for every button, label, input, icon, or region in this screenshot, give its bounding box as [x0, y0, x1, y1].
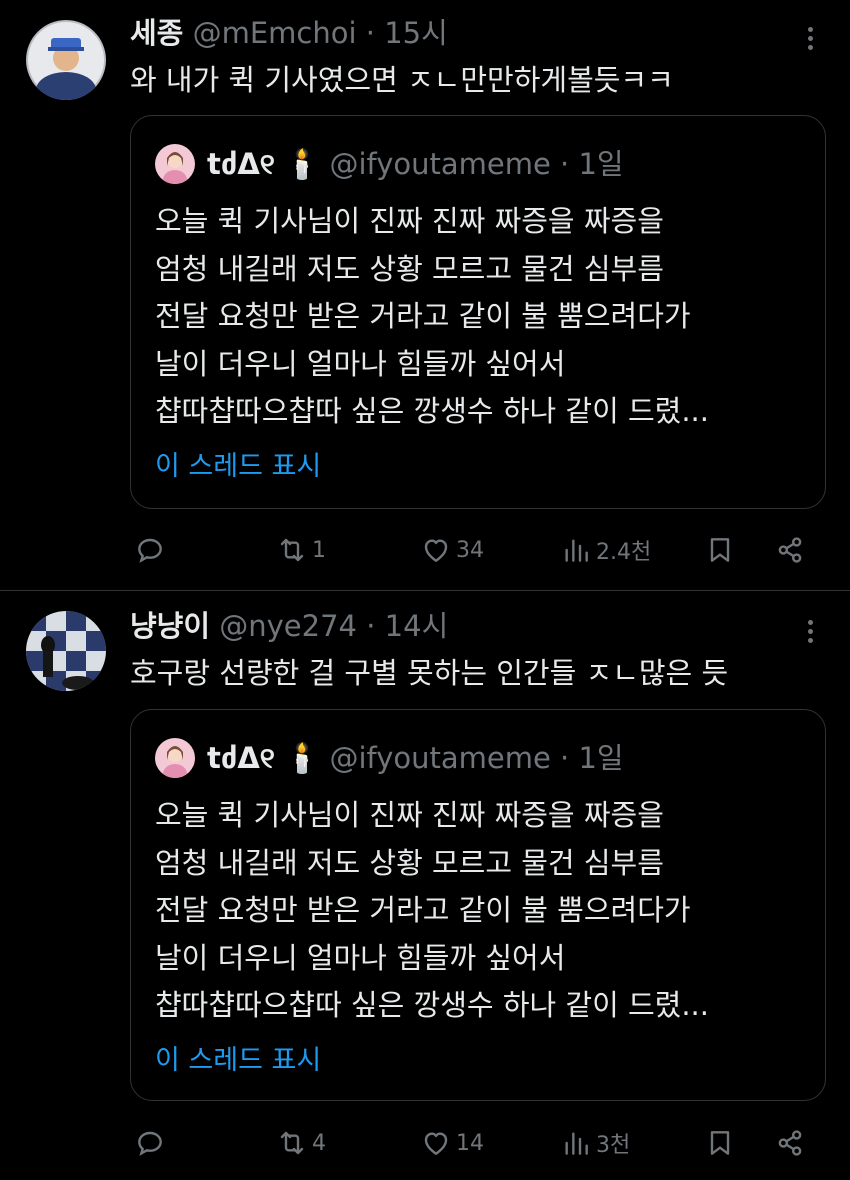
separator-dot: ·	[365, 16, 375, 50]
quoted-author-handle[interactable]: @ifyoutameme	[329, 147, 550, 181]
retweet-button[interactable]: 1	[276, 530, 326, 570]
more-icon[interactable]	[806, 620, 814, 647]
author-handle[interactable]: @nye274	[219, 609, 357, 643]
quoted-text-line: 챱따챱따으챱따 싶은 깡생수 하나 같이 드렸...	[155, 394, 709, 428]
separator-dot: ·	[560, 147, 570, 181]
separator-dot: ·	[560, 741, 570, 775]
retweet-count: 4	[312, 1130, 326, 1156]
quoted-author-handle[interactable]: @ifyoutameme	[329, 741, 550, 775]
timestamp[interactable]: 15시	[384, 16, 448, 50]
reply-button[interactable]	[134, 1123, 170, 1163]
quoted-text-line: 오늘 퀵 기사님이 진짜 진짜 짜증을 짜증을	[155, 798, 664, 832]
show-thread-link[interactable]: 이 스레드 표시	[155, 1038, 321, 1077]
retweet-count: 1	[312, 537, 326, 563]
quoted-text-line: 전달 요청만 받은 거라고 같이 불 뿜으려다가	[155, 299, 691, 333]
views-button[interactable]: 2.4천	[560, 530, 651, 570]
view-count: 2.4천	[596, 540, 652, 565]
quoted-header: tძΔ୧ 🕯️ @ifyoutameme · 1일	[207, 144, 624, 184]
tweet-header: 냥냥이 @nye274 · 14시	[130, 609, 448, 643]
share-icon	[778, 1130, 802, 1156]
reply-button[interactable]	[134, 530, 170, 570]
author-name[interactable]: 냥냥이	[130, 609, 210, 643]
quoted-tweet[interactable]: tძΔ୧ 🕯️ @ifyoutameme · 1일 오늘 퀵 기사님이 진짜 진…	[130, 115, 826, 509]
quoted-author-name[interactable]: tძΔ୧	[207, 147, 275, 181]
tweet-header: 세종 @mEmchoi · 15시	[130, 16, 448, 50]
like-count: 34	[456, 537, 484, 563]
quoted-text-line: 날이 더우니 얼마나 힘들까 싶어서	[155, 346, 566, 381]
views-button[interactable]: 3천	[560, 1123, 630, 1163]
quoted-text-line: 날이 더우니 얼마나 힘들까 싶어서	[155, 940, 566, 975]
like-count: 14	[456, 1130, 484, 1156]
share-button[interactable]	[774, 530, 806, 570]
tweet-text: 와 내가 퀵 기사였으면 ㅈㄴ만만하게볼듯ㅋㅋ	[130, 63, 674, 97]
retweet-button[interactable]: 4	[276, 1123, 326, 1163]
avatar[interactable]	[26, 20, 106, 100]
candle-emoji: 🕯️	[284, 147, 321, 181]
quoted-timestamp[interactable]: 1일	[578, 741, 623, 775]
quoted-text-line: 엄청 내길래 저도 상황 모르고 물건 심부름	[155, 251, 664, 286]
timestamp[interactable]: 14시	[385, 609, 449, 643]
quoted-text: 오늘 퀵 기사님이 진짜 진짜 짜증을 짜증을 엄청 내길래 저도 상황 모르고…	[155, 792, 709, 1030]
separator-dot: ·	[366, 609, 376, 643]
like-button[interactable]: 34	[420, 530, 484, 570]
bookmark-icon	[710, 538, 730, 562]
like-icon	[424, 1132, 448, 1155]
bookmark-button[interactable]	[704, 530, 736, 570]
quoted-text-line: 엄청 내길래 저도 상황 모르고 물건 심부름	[155, 845, 664, 880]
quoted-avatar[interactable]	[155, 144, 195, 184]
quoted-text-line: 오늘 퀵 기사님이 진짜 진짜 짜증을 짜증을	[155, 204, 664, 238]
view-count: 3천	[596, 1133, 631, 1158]
more-icon[interactable]	[806, 27, 814, 54]
quoted-text: 오늘 퀵 기사님이 진짜 진짜 짜증을 짜증을 엄청 내길래 저도 상황 모르고…	[155, 198, 709, 436]
bookmark-button[interactable]	[704, 1123, 736, 1163]
show-thread-link[interactable]: 이 스레드 표시	[155, 444, 321, 483]
avatar[interactable]	[26, 611, 106, 691]
quoted-text-line: 전달 요청만 받은 거라고 같이 불 뿜으려다가	[155, 893, 691, 927]
tweet[interactable]: 냥냥이 @nye274 · 14시 호구랑 선량한 걸 구별 못하는 인간들 ㅈ…	[0, 591, 850, 1180]
like-icon	[424, 539, 448, 562]
action-bar: 4 14 3천	[0, 1123, 850, 1163]
views-icon	[565, 1132, 588, 1155]
bookmark-icon	[710, 1131, 730, 1155]
retweet-icon	[280, 538, 304, 562]
quoted-text-line: 챱따챱따으챱따 싶은 깡생수 하나 같이 드렸...	[155, 988, 709, 1022]
author-name[interactable]: 세종	[130, 16, 183, 50]
tweet[interactable]: 세종 @mEmchoi · 15시 와 내가 퀵 기사였으면 ㅈㄴ만만하게볼듯ㅋ…	[0, 0, 850, 590]
action-bar: 1 34 2.4천	[0, 530, 850, 570]
quoted-tweet[interactable]: tძΔ୧ 🕯️ @ifyoutameme · 1일 오늘 퀵 기사님이 진짜 진…	[130, 709, 826, 1101]
like-button[interactable]: 14	[420, 1123, 484, 1163]
retweet-icon	[280, 1131, 304, 1155]
share-icon	[778, 537, 802, 563]
quoted-header: tძΔ୧ 🕯️ @ifyoutameme · 1일	[207, 738, 624, 778]
quoted-avatar[interactable]	[155, 738, 195, 778]
author-handle[interactable]: @mEmchoi	[193, 16, 357, 50]
share-button[interactable]	[774, 1123, 806, 1163]
reply-icon	[138, 538, 162, 563]
quoted-author-name[interactable]: tძΔ୧	[207, 741, 275, 775]
quoted-timestamp[interactable]: 1일	[578, 147, 623, 181]
views-icon	[565, 539, 588, 562]
tweet-text: 호구랑 선량한 걸 구별 못하는 인간들 ㅈㄴ많은 듯	[130, 656, 729, 690]
reply-icon	[138, 1131, 162, 1156]
candle-emoji: 🕯️	[284, 741, 321, 775]
